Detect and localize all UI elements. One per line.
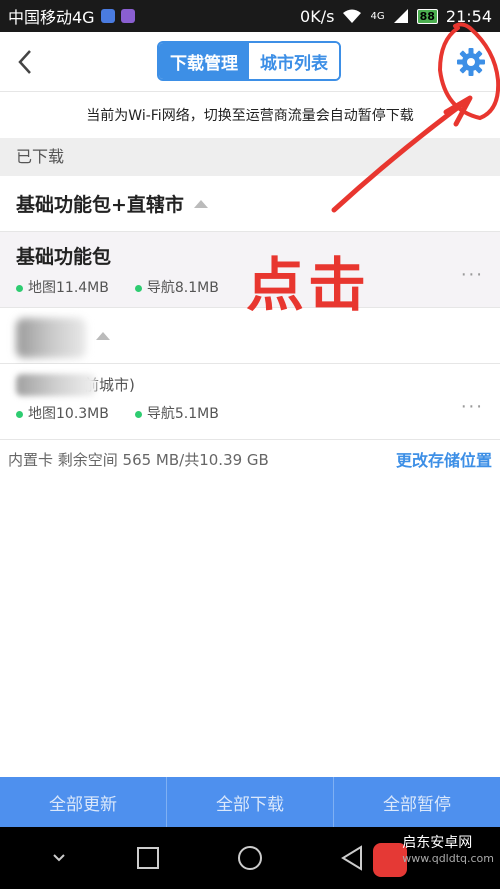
pause-all-button[interactable]: 全部暂停	[334, 777, 500, 827]
annotation-overlay	[331, 22, 500, 213]
watermark-name: 启东安卓网	[402, 835, 473, 851]
annotation-arrow	[331, 97, 471, 213]
back-nav-icon[interactable]	[335, 841, 369, 875]
bottom-action-bar: 全部更新 全部下载 全部暂停	[0, 777, 500, 827]
update-all-button[interactable]: 全部更新	[0, 777, 167, 827]
chevron-down-icon[interactable]	[42, 841, 76, 875]
recent-apps-icon[interactable]	[131, 841, 165, 875]
watermark: 启东安卓网 www.qdldtq.com	[402, 835, 494, 867]
download-all-button[interactable]: 全部下载	[167, 777, 334, 827]
home-icon[interactable]	[233, 841, 267, 875]
annotation-label: 点击	[246, 251, 371, 319]
watermark-url: www.qdldtq.com	[402, 852, 494, 865]
